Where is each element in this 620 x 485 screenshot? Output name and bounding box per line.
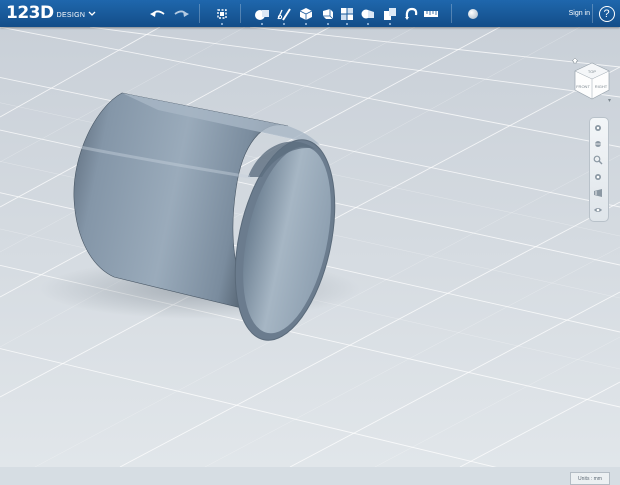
- redo-button[interactable]: [171, 0, 191, 27]
- dropdown-dot-icon: [367, 23, 369, 25]
- sketch-icon: [276, 7, 292, 21]
- primitives-icon: [254, 7, 270, 21]
- construct-button[interactable]: [296, 0, 316, 27]
- help-button[interactable]: ?: [597, 0, 616, 27]
- dropdown-dot-icon: [389, 23, 391, 25]
- undo-icon: [150, 8, 166, 20]
- canvas[interactable]: [0, 27, 620, 467]
- combine-icon: [383, 7, 397, 21]
- measure-button[interactable]: [421, 0, 441, 27]
- transform-button[interactable]: [212, 0, 232, 27]
- view-cube[interactable]: TOP FRONT RIGHT: [572, 57, 612, 103]
- toolbar-divider: [240, 4, 241, 23]
- material-icon: [467, 8, 479, 20]
- primitives-button[interactable]: [252, 0, 272, 27]
- sign-in-link[interactable]: Sign in: [569, 0, 590, 27]
- orbit-button[interactable]: [593, 139, 605, 151]
- grouping-button[interactable]: [358, 0, 378, 27]
- material-button[interactable]: [463, 0, 483, 27]
- app-logo: 123D: [6, 3, 54, 23]
- transform-icon: [215, 7, 229, 21]
- perspective-button[interactable]: [593, 188, 605, 200]
- toolbar-divider: [199, 4, 200, 23]
- 3d-viewport[interactable]: TOP FRONT RIGHT Units : mm: [0, 27, 620, 485]
- snap-button[interactable]: [401, 0, 421, 27]
- toolbar-divider: [592, 4, 593, 23]
- dropdown-dot-icon: [221, 23, 223, 25]
- construct-icon: [299, 7, 313, 21]
- navigation-bar: [589, 117, 609, 222]
- pattern-button[interactable]: [337, 0, 357, 27]
- app-menu-button[interactable]: 123D DESIGN: [6, 0, 96, 27]
- home-view-icon[interactable]: [572, 57, 579, 64]
- visibility-button[interactable]: [593, 205, 605, 217]
- dropdown-dot-icon: [346, 23, 348, 25]
- viewcube-front-label: FRONT: [576, 84, 590, 89]
- dropdown-dot-icon: [305, 23, 307, 25]
- zoom-button[interactable]: [593, 155, 605, 167]
- viewcube-menu-icon[interactable]: [608, 99, 611, 102]
- modify-icon: [321, 7, 335, 21]
- help-icon: ?: [598, 5, 615, 22]
- grouping-icon: [360, 7, 376, 21]
- dropdown-dot-icon: [327, 23, 329, 25]
- top-toolbar: 123D DESIGN Sign in ?: [0, 0, 620, 27]
- undo-button[interactable]: [148, 0, 168, 27]
- dropdown-dot-icon: [261, 23, 263, 25]
- redo-icon: [173, 8, 189, 20]
- viewcube-right-label: RIGHT: [595, 84, 608, 89]
- units-indicator[interactable]: Units : mm: [570, 472, 610, 485]
- viewcube-top-label: TOP: [588, 69, 596, 74]
- chevron-down-icon: [88, 11, 96, 17]
- fit-view-button[interactable]: [593, 172, 605, 184]
- pattern-icon: [340, 7, 354, 21]
- sketch-button[interactable]: [274, 0, 294, 27]
- app-logo-sub: DESIGN: [56, 11, 86, 19]
- measure-icon: [423, 8, 439, 20]
- snap-icon: [404, 7, 418, 21]
- pan-button[interactable]: [593, 123, 605, 135]
- dropdown-dot-icon: [283, 23, 285, 25]
- modify-button[interactable]: [318, 0, 338, 27]
- combine-button[interactable]: [380, 0, 400, 27]
- toolbar-divider: [451, 4, 452, 23]
